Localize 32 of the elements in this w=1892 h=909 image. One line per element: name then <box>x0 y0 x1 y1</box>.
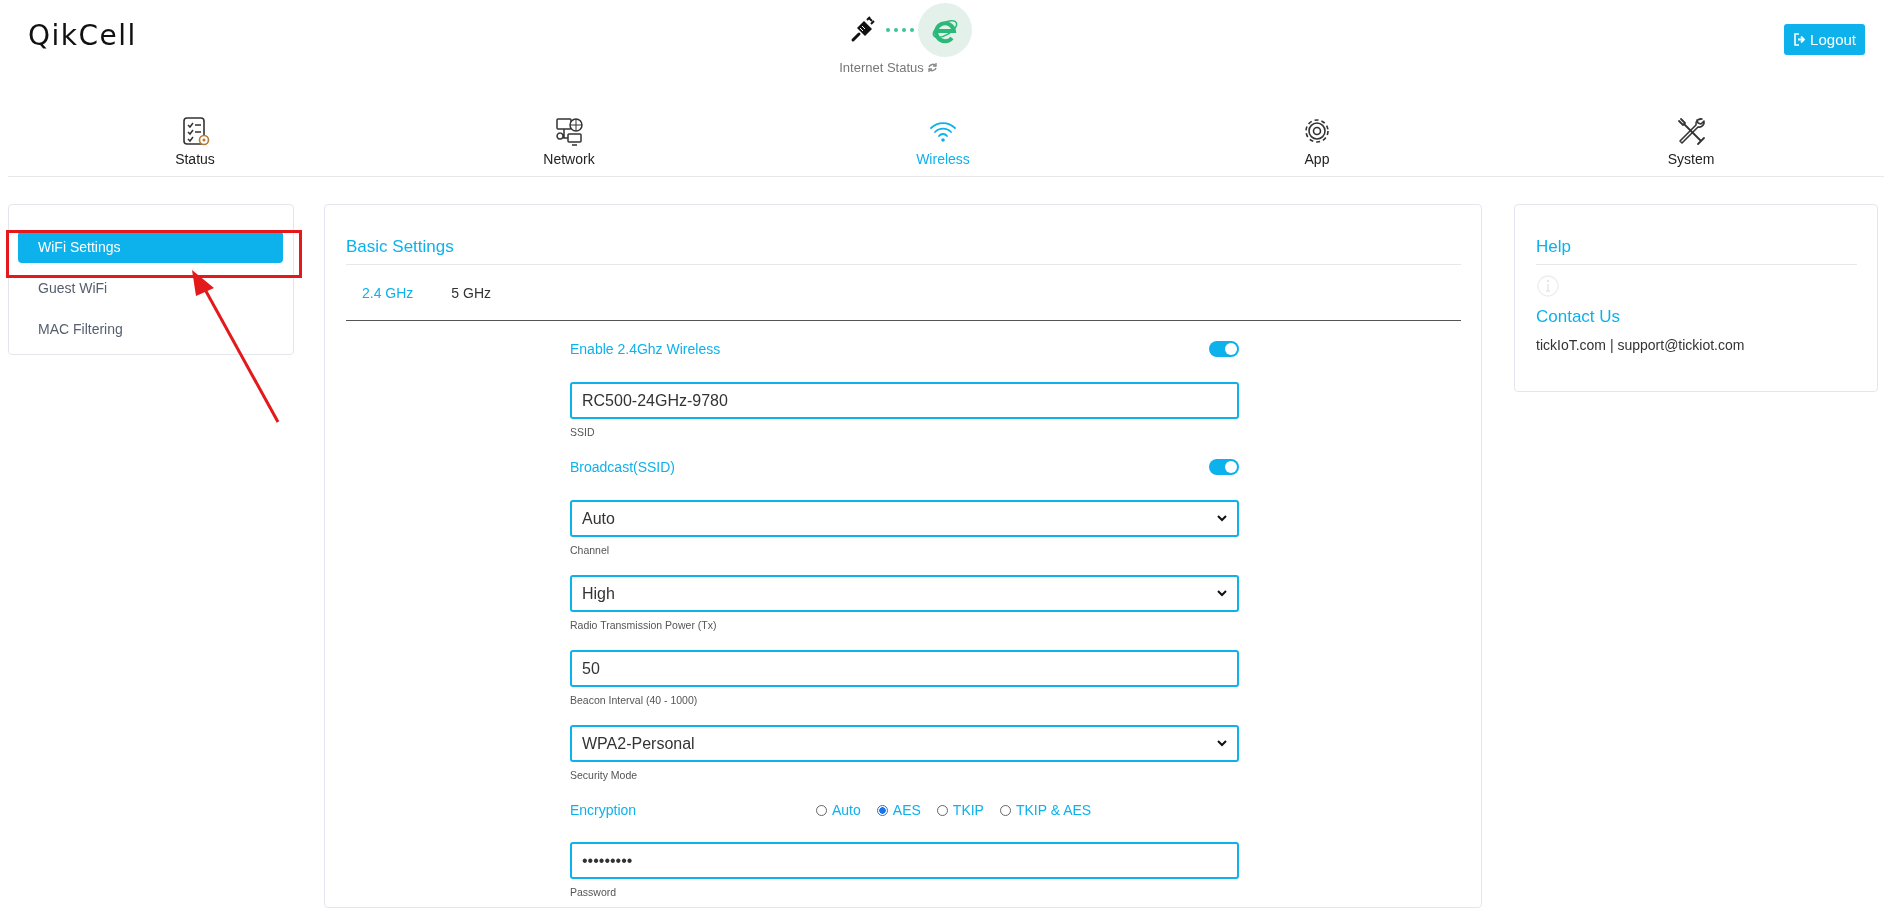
dropdown-field[interactable]: WPA2-Personal <box>570 725 1239 762</box>
field-caption: Security Mode <box>570 768 639 782</box>
radio-label: AES <box>892 802 921 818</box>
contact-title: Contact Us <box>1536 307 1622 327</box>
toggle-label: Enable 2.4Ghz Wireless <box>570 341 721 357</box>
nav-tab[interactable]: Network <box>382 112 756 174</box>
field-caption: Channel <box>570 543 611 557</box>
field-caption: SSID <box>570 425 596 439</box>
radio-label: TKIP & AES <box>1015 802 1092 818</box>
nav-tab[interactable]: Status <box>8 112 382 174</box>
section-title: Basic Settings <box>346 237 1461 265</box>
radio-label: Auto <box>832 802 861 818</box>
band-tab[interactable]: 5 GHz <box>435 284 508 301</box>
dropdown-field[interactable]: Auto <box>570 500 1239 537</box>
dropdown-field[interactable]: High <box>570 575 1239 612</box>
sidebar-item[interactable]: Guest WiFi <box>18 272 283 304</box>
nav-tab[interactable]: App <box>1130 112 1504 174</box>
field-caption: Password <box>570 885 618 899</box>
internet-status-label: Internet Status <box>839 60 924 75</box>
contact-text: tickIoT.com | support@tickiot.com <box>1536 337 1746 353</box>
sidebar-item[interactable]: MAC Filtering <box>18 313 283 345</box>
help-title: Help <box>1536 237 1857 265</box>
text-field[interactable]: RC500-24GHz-9780 <box>570 382 1239 419</box>
field-caption: Beacon Interval (40 - 1000) <box>570 693 699 707</box>
radio-group-label: Encryption <box>570 802 638 818</box>
logo-text: QikCell <box>28 19 137 52</box>
nav-tab[interactable]: System <box>1504 112 1878 174</box>
toggle-label: Broadcast(SSID) <box>570 459 676 475</box>
radio-label: TKIP <box>952 802 984 818</box>
text-field[interactable]: ••••••••• <box>570 842 1239 879</box>
text-field[interactable]: 50 <box>570 650 1239 687</box>
field-caption: Radio Transmission Power (Tx) <box>570 618 718 632</box>
